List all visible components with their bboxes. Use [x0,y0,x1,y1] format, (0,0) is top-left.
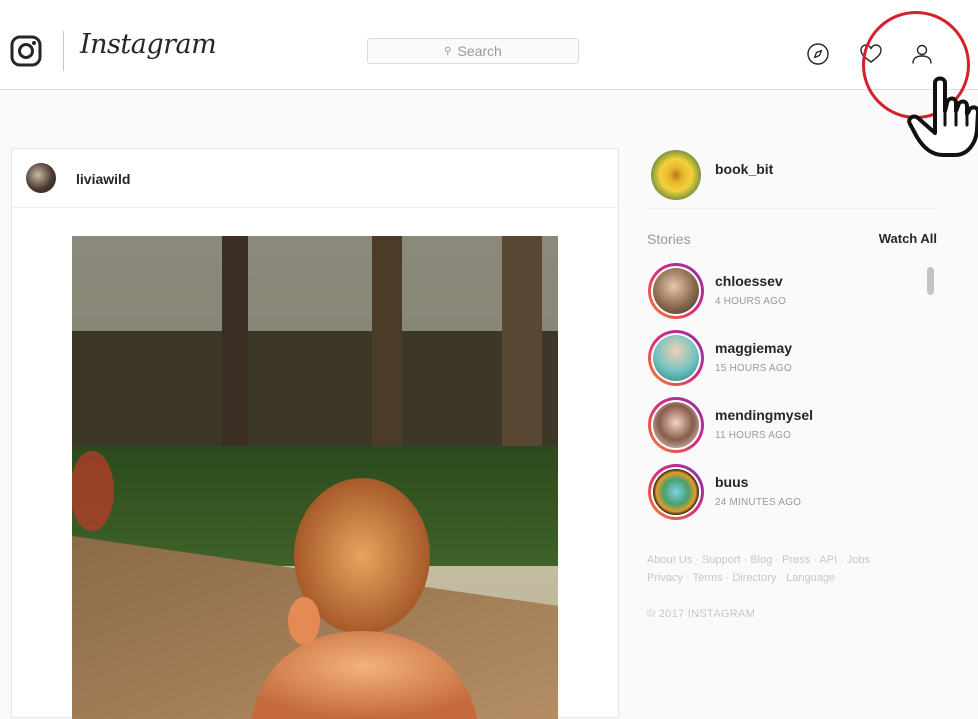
story-timestamp: 15 HOURS AGO [715,363,792,374]
feed-post: liviawild [11,148,619,719]
footer-links-row-2[interactable]: Privacy · Terms · Directory · Language [647,569,937,587]
story-avatar [653,268,699,314]
window-top-edge [0,0,978,9]
instagram-wordmark[interactable]: Instagram [80,29,217,60]
story-username: maggiemay [715,340,793,356]
story-avatar [653,335,699,381]
story-item[interactable]: chloessev 4 HOURS AGO [647,259,937,326]
story-username: buus [715,474,749,490]
story-username: chloessev [715,273,783,289]
story-timestamp: 24 MINUTES AGO [715,497,802,508]
stories-title: Stories [647,231,691,247]
post-header: liviawild [12,149,618,208]
story-username: mendingmysel [715,407,814,423]
story-item[interactable]: maggiemay 15 HOURS AGO [647,326,937,393]
copyright-text: © 2017 INSTAGRAM [647,608,756,620]
current-user-row: book_bit [647,148,937,209]
post-author-avatar[interactable] [26,163,56,193]
scrollbar-thumb[interactable] [927,267,934,295]
instagram-camera-icon[interactable] [10,35,42,67]
story-timestamp: 4 HOURS AGO [715,296,787,307]
post-photo[interactable] [72,236,558,719]
search-input[interactable]: ⚲ Search [367,38,579,64]
story-avatar-ring [648,464,704,520]
stories-list: chloessev 4 HOURS AGO maggiemay 15 HOURS… [647,259,937,535]
search-icon: ⚲ [444,45,452,57]
stories-scrollbar[interactable] [925,259,937,535]
story-avatar [653,469,699,515]
story-item[interactable]: buus 24 MINUTES AGO [647,460,937,527]
compass-icon[interactable] [806,42,830,66]
story-timestamp: 11 HOURS AGO [715,430,792,441]
stories-header: Stories Watch All [647,221,937,259]
story-item[interactable]: mendingmysel 11 HOURS AGO [647,393,937,460]
hand-pointer-icon [907,76,978,157]
sidebar-footer: About Us · Support · Blog · Press · API … [647,551,937,623]
post-author-username[interactable]: liviawild [76,171,130,187]
story-avatar-ring [648,330,704,386]
top-navbar: Instagram ⚲ Search [0,9,978,90]
footer-links-row-1[interactable]: About Us · Support · Blog · Press · API … [647,551,937,569]
current-user-username[interactable]: book_bit [715,161,773,177]
story-avatar-ring [648,397,704,453]
story-avatar-ring [648,263,704,319]
current-user-avatar[interactable] [651,150,701,200]
story-avatar [653,402,699,448]
sidebar: book_bit Stories Watch All chloessev 4 H… [647,148,937,623]
logo-divider [63,31,64,71]
search-placeholder: Search [457,43,502,59]
watch-all-link[interactable]: Watch All [879,231,937,246]
